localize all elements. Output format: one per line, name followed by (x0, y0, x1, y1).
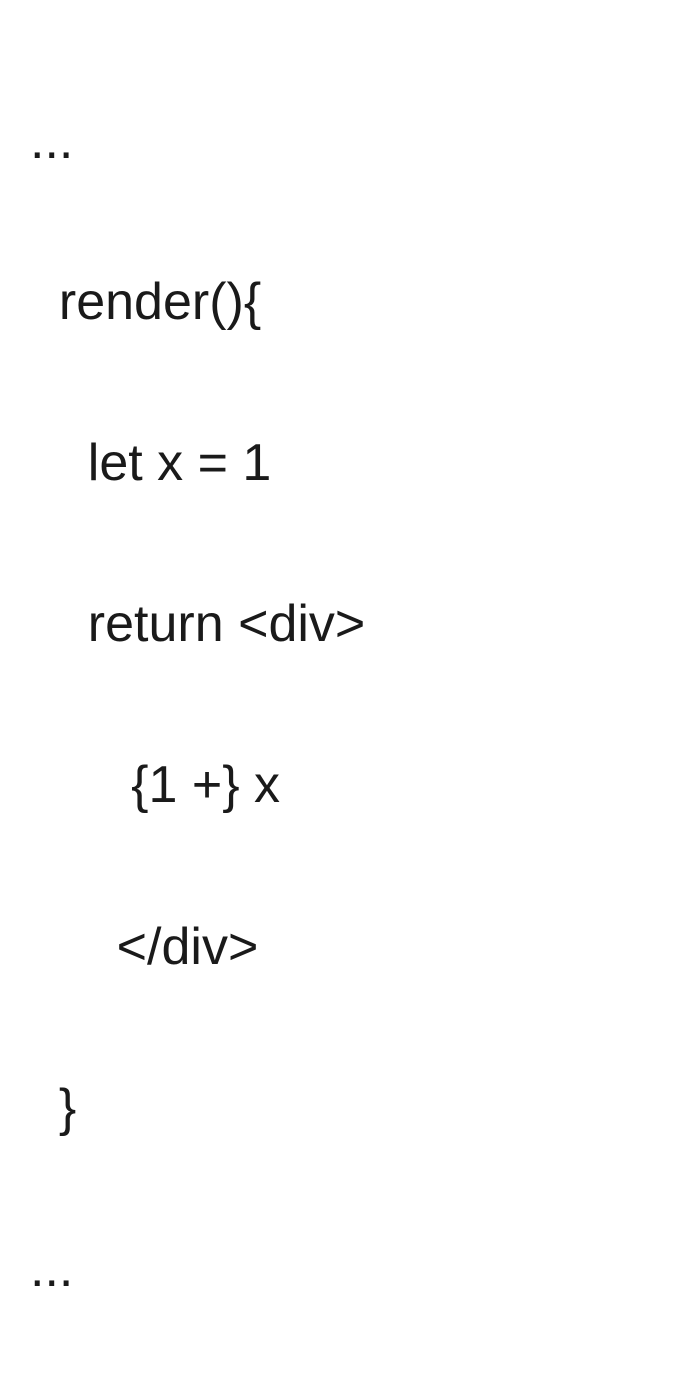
code-line: ... (30, 1229, 670, 1310)
code-line: </div> (30, 907, 670, 988)
code-line: let x = 1 (30, 423, 670, 504)
code-snippet: ... render(){ let x = 1 return <div> {1 … (30, 20, 670, 1390)
code-line: ... (30, 101, 670, 182)
code-line: render(){ (30, 262, 670, 343)
code-line: {1 +} x (30, 745, 670, 826)
code-line: } (30, 1068, 670, 1149)
code-line: return <div> (30, 584, 670, 665)
